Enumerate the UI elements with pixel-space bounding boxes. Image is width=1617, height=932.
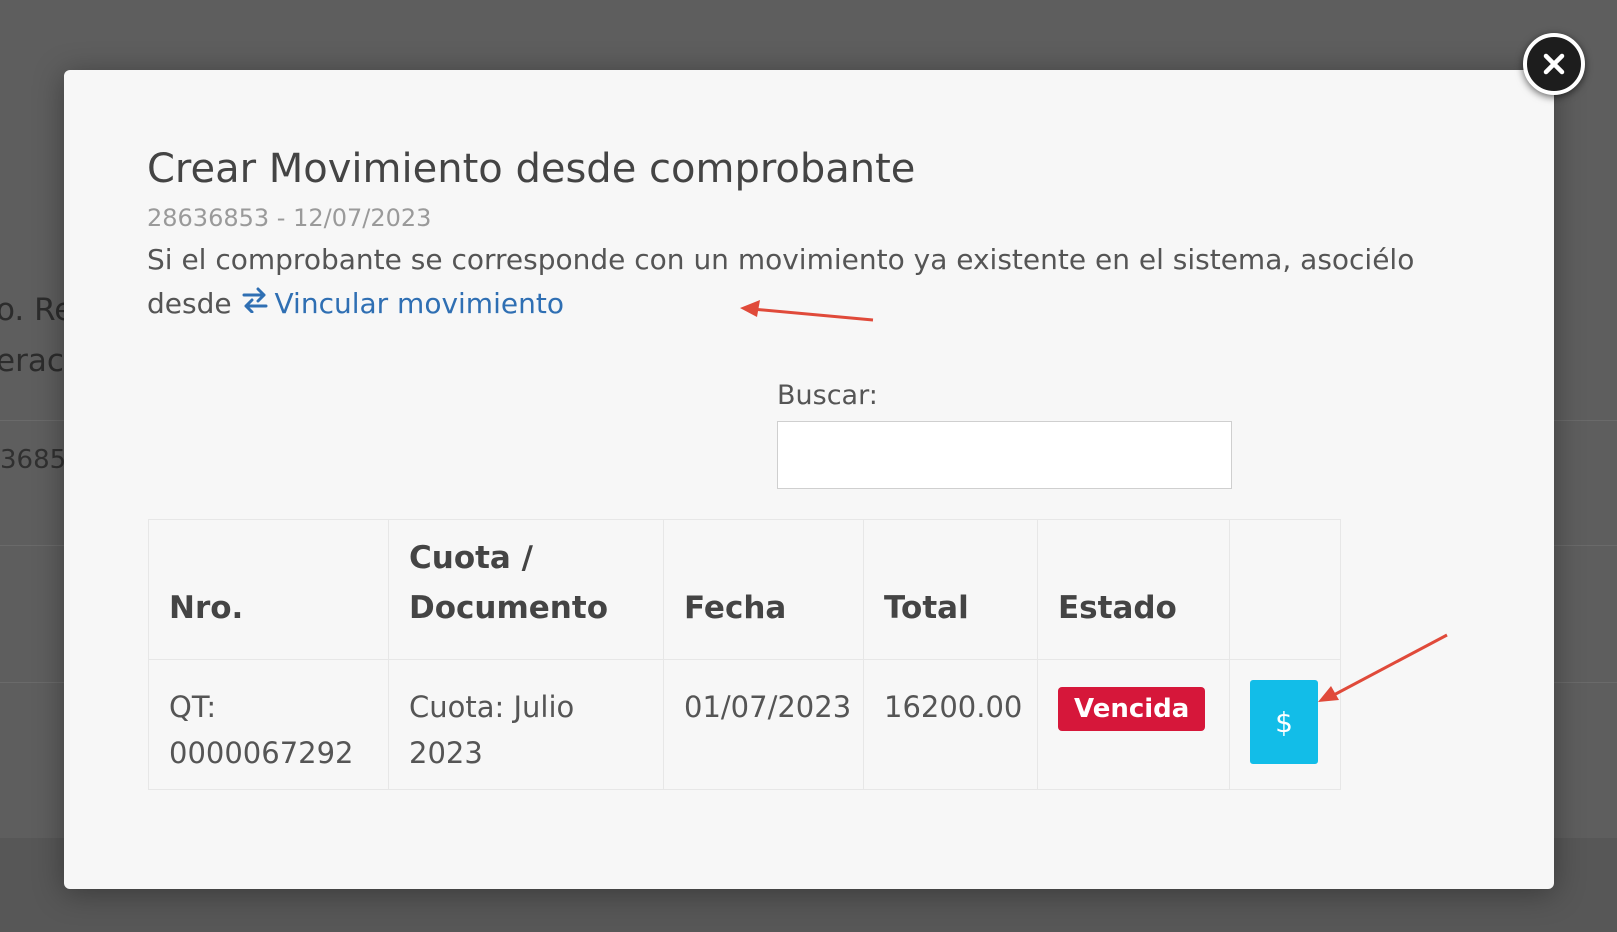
close-icon — [1543, 53, 1565, 75]
modal-description: Si el comprobante se corresponde con un … — [147, 238, 1477, 326]
vincular-movimiento-label: Vincular movimiento — [274, 287, 564, 320]
modal-dialog: Crear Movimiento desde comprobante 28636… — [64, 70, 1554, 889]
background-text-fragment: erac — [0, 343, 64, 379]
cell-estado: Vencida — [1037, 659, 1230, 790]
column-header-total[interactable]: Total — [863, 519, 1038, 660]
search-label: Buscar: — [777, 380, 878, 411]
vincular-movimiento-link[interactable]: Vincular movimiento — [241, 287, 564, 320]
column-header-nro[interactable]: Nro. — [148, 519, 389, 660]
search-input[interactable] — [777, 421, 1232, 489]
column-header-estado[interactable]: Estado — [1037, 519, 1230, 660]
column-header-cuota-documento[interactable]: Cuota / Documento — [388, 519, 664, 660]
modal-title: Crear Movimiento desde comprobante — [147, 146, 916, 192]
background-text-fragment: o. Re — [0, 292, 74, 328]
cell-action: $ — [1229, 659, 1341, 790]
cell-total: 16200.00 — [863, 659, 1038, 790]
exchange-arrows-icon — [241, 282, 269, 326]
background-text-fragment: 3685 — [0, 445, 67, 475]
pay-button[interactable]: $ — [1250, 680, 1318, 764]
movements-table: Nro. Cuota / Documento Fecha Total Estad… — [148, 519, 1341, 790]
modal-subtitle: 28636853 - 12/07/2023 — [147, 204, 432, 232]
status-badge: Vencida — [1058, 687, 1206, 731]
cell-fecha: 01/07/2023 — [663, 659, 864, 790]
table-header-row: Nro. Cuota / Documento Fecha Total Estad… — [148, 519, 1341, 660]
table-row: QT: 0000067292 Cuota: Julio 2023 01/07/2… — [148, 659, 1341, 790]
column-header-fecha[interactable]: Fecha — [663, 519, 864, 660]
cell-nro: QT: 0000067292 — [148, 659, 389, 790]
cell-cuota: Cuota: Julio 2023 — [388, 659, 664, 790]
close-button[interactable] — [1523, 33, 1585, 95]
column-header-action — [1229, 519, 1341, 660]
